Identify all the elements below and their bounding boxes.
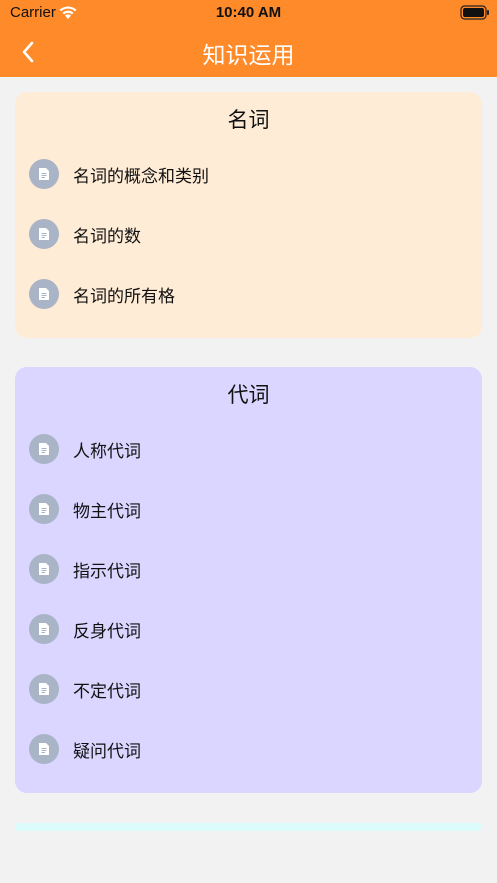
list-item[interactable]: 名词的所有格 — [29, 272, 468, 316]
section-card-partial — [15, 823, 482, 831]
list-item-label: 不定代词 — [73, 681, 141, 702]
document-icon — [29, 554, 59, 584]
list-item-label: 指示代词 — [73, 561, 141, 582]
section-card-pronoun: 代词 人称代词 物主代词 指示代词 反身代词 不定代词 疑问代词 — [15, 367, 482, 793]
battery-icon — [460, 5, 489, 20]
clock: 10:40 AM — [215, 4, 282, 21]
nav-bar: 知识运用 — [0, 26, 497, 77]
document-icon — [29, 434, 59, 464]
document-icon — [29, 614, 59, 644]
list-item[interactable]: 人称代词 — [29, 427, 468, 471]
list-item[interactable]: 反身代词 — [29, 607, 468, 651]
list-item-label: 名词的数 — [73, 226, 141, 247]
section-title: 代词 — [227, 383, 270, 407]
list-item[interactable]: 物主代词 — [29, 487, 468, 531]
page-title: 知识运用 — [202, 43, 295, 69]
status-bar: Carrier 10:40 AM — [0, 0, 497, 26]
header: Carrier 10:40 AM 知识运用 — [0, 0, 497, 77]
list-item[interactable]: 不定代词 — [29, 667, 468, 711]
document-icon — [29, 219, 59, 249]
document-icon — [29, 279, 59, 309]
document-icon — [29, 159, 59, 189]
document-icon — [29, 734, 59, 764]
section-card-noun: 名词 名词的概念和类别 名词的数 名词的所有格 — [15, 92, 482, 338]
list-item[interactable]: 名词的概念和类别 — [29, 152, 468, 196]
document-icon — [29, 674, 59, 704]
list-item-label: 名词的概念和类别 — [73, 166, 209, 187]
list-item[interactable]: 疑问代词 — [29, 727, 468, 771]
section-title: 名词 — [227, 108, 270, 132]
list-item-label: 物主代词 — [73, 501, 141, 522]
list-item-label: 名词的所有格 — [73, 286, 175, 307]
list-item-label: 人称代词 — [73, 441, 141, 462]
list-item-label: 疑问代词 — [73, 741, 141, 762]
document-icon — [29, 494, 59, 524]
list-item-label: 反身代词 — [73, 621, 141, 642]
list-item[interactable]: 指示代词 — [29, 547, 468, 591]
list-item[interactable]: 名词的数 — [29, 212, 468, 256]
